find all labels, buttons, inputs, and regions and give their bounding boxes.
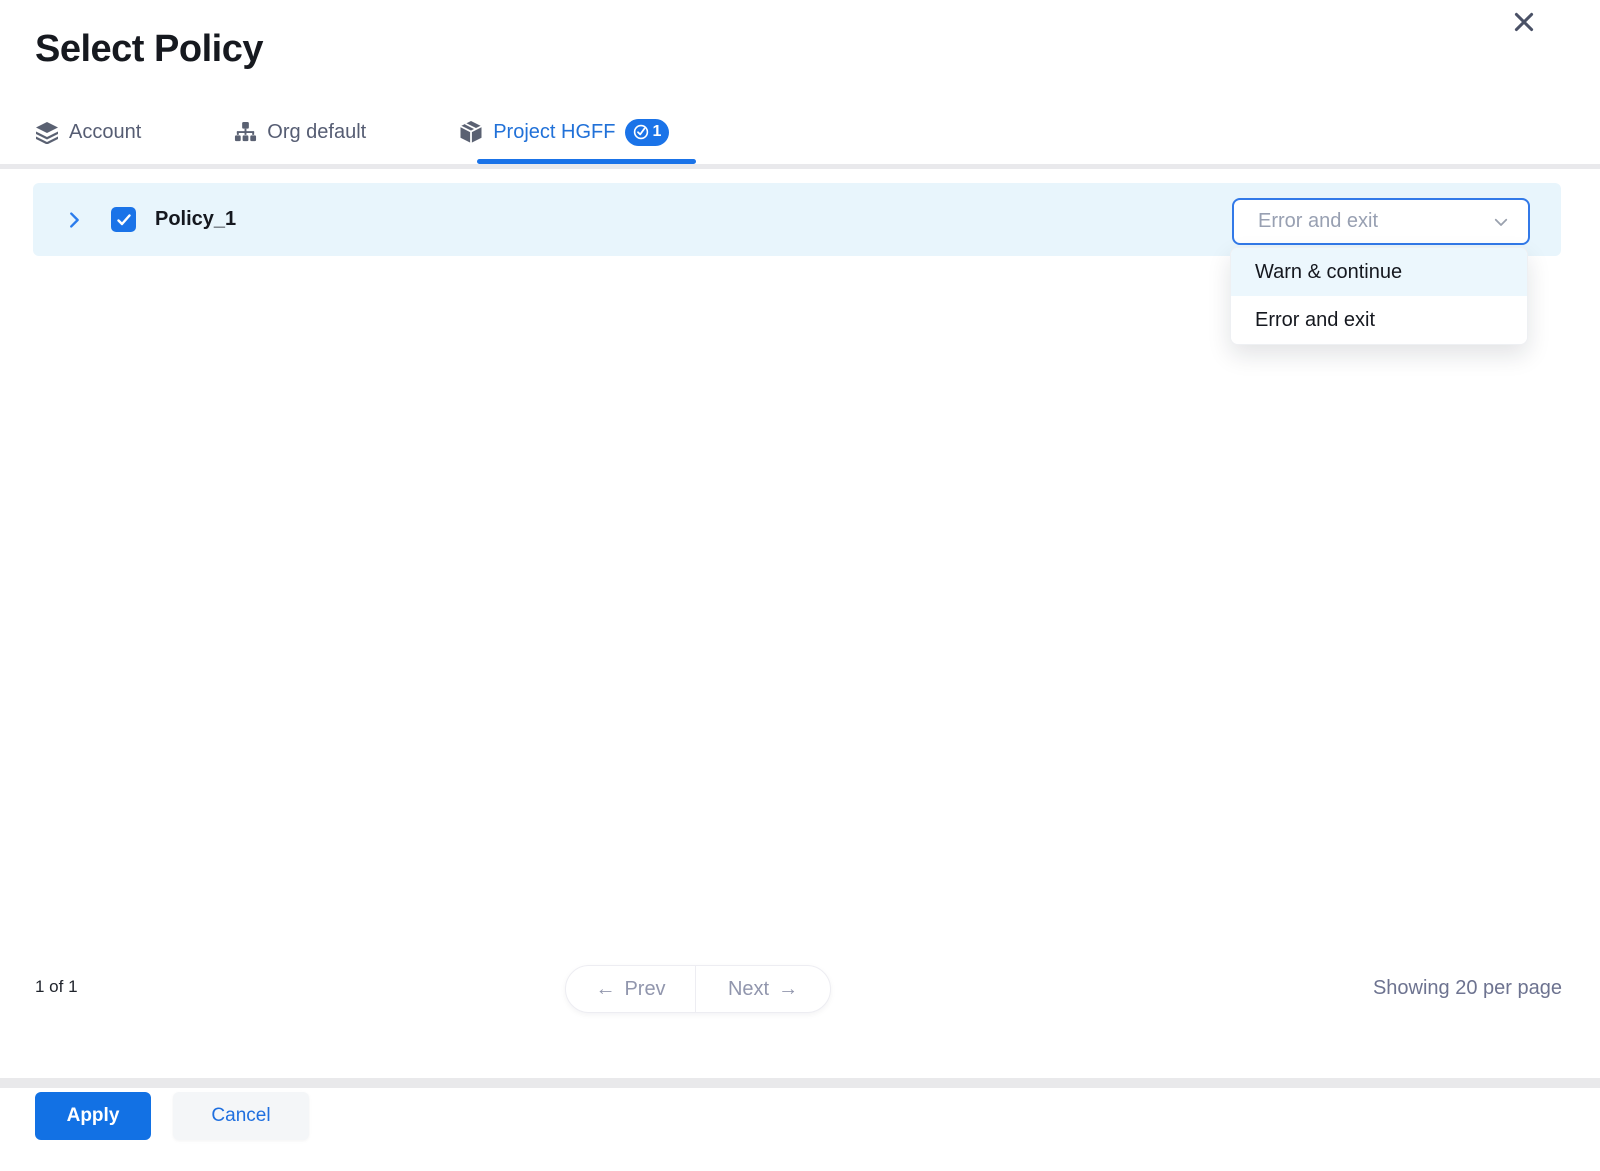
close-icon <box>1511 9 1537 35</box>
menu-item-warn-continue[interactable]: Warn & continue <box>1231 248 1527 296</box>
page-title: Select Policy <box>35 28 263 71</box>
tab-label: Account <box>69 121 141 144</box>
pagination-control: ← Prev Next → <box>565 965 831 1013</box>
policy-name: Policy_1 <box>155 183 236 256</box>
selected-count-badge: 1 <box>625 119 669 146</box>
tab-label: Org default <box>267 121 366 144</box>
select-policy-modal: Select Policy Account <box>0 0 1600 1171</box>
select-value: Error and exit <box>1258 210 1492 233</box>
org-chart-icon <box>234 121 257 144</box>
chevron-right-icon <box>63 209 85 231</box>
tabs-divider <box>0 164 1600 169</box>
select-dropdown-menu: Warn & continue Error and exit <box>1230 247 1528 345</box>
chevron-down-icon <box>1492 213 1510 231</box>
right-arrow-icon: → <box>778 978 798 1001</box>
active-tab-underline <box>477 159 696 164</box>
prev-label: Prev <box>624 978 665 1001</box>
layers-icon <box>35 120 59 144</box>
check-circle-icon <box>633 124 649 140</box>
policy-checkbox[interactable] <box>111 207 136 232</box>
close-button[interactable] <box>1506 4 1542 40</box>
menu-item-error-exit[interactable]: Error and exit <box>1231 296 1527 344</box>
tab-project-hgff[interactable]: Project HGFF 1 <box>459 110 669 154</box>
apply-button[interactable]: Apply <box>35 1092 151 1140</box>
tab-org-default[interactable]: Org default <box>234 110 366 154</box>
consequence-select[interactable]: Error and exit <box>1232 198 1530 245</box>
next-page-button[interactable]: Next → <box>696 966 830 1012</box>
footer-divider <box>0 1078 1600 1088</box>
badge-count: 1 <box>652 123 661 141</box>
page-info: 1 of 1 <box>35 977 78 997</box>
expand-row-button[interactable] <box>61 183 87 256</box>
cube-icon <box>459 120 483 144</box>
per-page-info: Showing 20 per page <box>1373 977 1562 1000</box>
prev-page-button[interactable]: ← Prev <box>566 966 696 1012</box>
policy-row: Policy_1 Error and exit <box>33 183 1561 256</box>
tab-label: Project HGFF <box>493 121 615 144</box>
left-arrow-icon: ← <box>595 978 615 1001</box>
tab-account[interactable]: Account <box>35 110 141 154</box>
footer: Apply Cancel <box>0 1088 1600 1171</box>
tab-bar: Account Org default <box>35 110 669 154</box>
check-icon <box>116 212 132 228</box>
next-label: Next <box>728 978 769 1001</box>
cancel-button[interactable]: Cancel <box>173 1092 309 1140</box>
